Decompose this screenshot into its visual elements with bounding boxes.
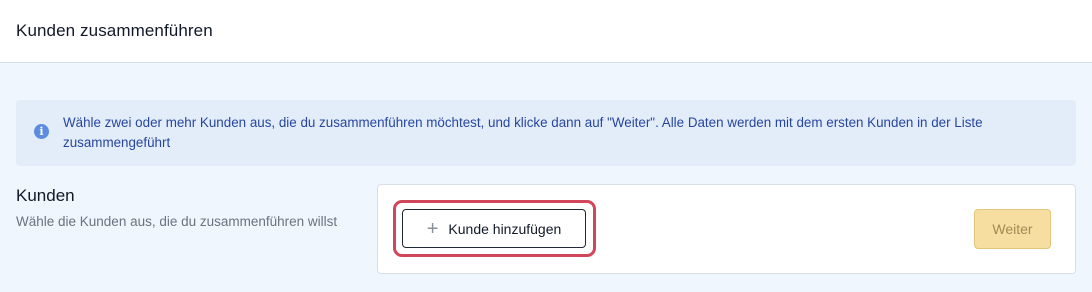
add-customer-label: Kunde hinzufügen [448, 220, 562, 237]
section-description: Wähle die Kunden aus, die du zusammenfüh… [16, 214, 338, 229]
info-banner: i Wähle zwei oder mehr Kunden aus, die d… [16, 100, 1076, 166]
page-title: Kunden zusammenführen [16, 21, 213, 40]
plus-icon: + [426, 217, 439, 240]
page-header: Kunden zusammenführen [0, 0, 1092, 63]
next-button[interactable]: Weiter [974, 209, 1051, 249]
info-icon: i [34, 124, 49, 139]
section-title: Kunden [16, 186, 75, 205]
add-customer-button[interactable]: + Kunde hinzufügen [402, 209, 586, 248]
info-text: Wähle zwei oder mehr Kunden aus, die du … [63, 115, 983, 150]
